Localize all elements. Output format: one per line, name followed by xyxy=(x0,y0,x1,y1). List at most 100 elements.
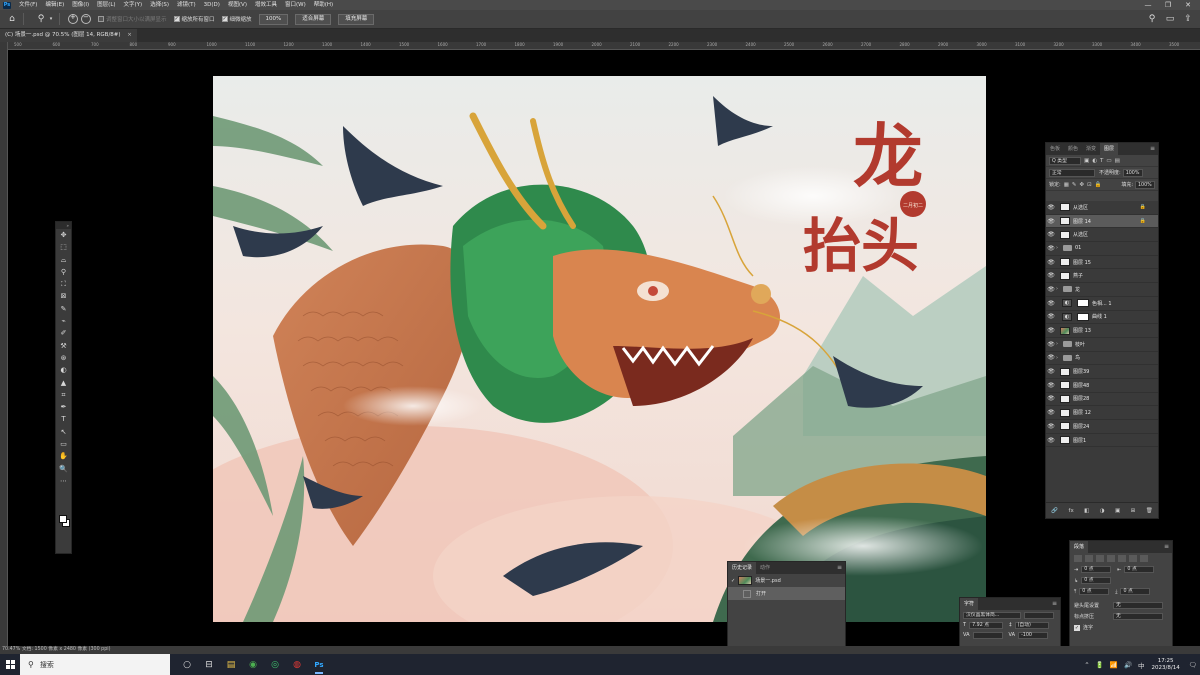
justify-last-right-icon[interactable] xyxy=(1129,555,1137,562)
visibility-eye-icon[interactable]: 👁 xyxy=(1046,286,1056,293)
align-right-icon[interactable] xyxy=(1096,555,1104,562)
artwork-canvas[interactable]: 龙 抬头 二月初二 xyxy=(213,76,986,622)
battery-icon[interactable]: 🔋 xyxy=(1096,661,1104,669)
visibility-eye-icon[interactable]: 👁 xyxy=(1046,245,1056,252)
tracking-input[interactable]: -100 xyxy=(1018,631,1049,639)
minimize-button[interactable]: — xyxy=(1138,0,1158,10)
indent-right-input[interactable]: 0 点 xyxy=(1124,566,1155,573)
notification-icon[interactable]: 🗨 xyxy=(1189,661,1197,669)
gradient-tool-icon[interactable]: ▲ xyxy=(56,377,71,389)
horizontal-ruler[interactable]: 500 600 700 800 900 1000 1100 1200 1300 1400 1500 1… xyxy=(8,42,1200,50)
blur-tool-icon[interactable]: ⌗ xyxy=(56,389,71,401)
space-before-input[interactable]: 0 点 xyxy=(1079,588,1110,595)
quick-select-tool-icon[interactable]: ⚲ xyxy=(56,266,71,278)
history-snapshot[interactable]: ✓ 场景一.psd xyxy=(728,574,845,587)
font-style-select[interactable] xyxy=(1024,611,1054,619)
tab-gradients[interactable]: 渐变 xyxy=(1082,143,1100,155)
layer-row[interactable]: 👁 ◐ 色相... 1 xyxy=(1046,297,1158,311)
fit-screen-button[interactable]: 适合屏幕 xyxy=(295,13,332,25)
network-icon[interactable]: 📶 xyxy=(1110,661,1118,669)
tab-paragraph[interactable]: 段落 xyxy=(1070,541,1089,553)
menu-select[interactable]: 选择(S) xyxy=(146,0,173,10)
visibility-eye-icon[interactable]: 👁 xyxy=(1046,218,1056,225)
eyedropper-tool-icon[interactable]: ✎ xyxy=(56,303,71,315)
link-layers-icon[interactable]: 🔗 xyxy=(1051,508,1058,514)
pen-tool-icon[interactable]: ✒ xyxy=(56,401,71,413)
healing-brush-tool-icon[interactable]: ⌁ xyxy=(56,315,71,327)
visibility-eye-icon[interactable]: 👁 xyxy=(1046,382,1056,389)
history-step[interactable]: 打开 xyxy=(728,587,845,600)
tab-layers[interactable]: 图层 xyxy=(1100,143,1119,155)
type-tool-icon[interactable]: T xyxy=(56,413,71,425)
frame-tool-icon[interactable]: ⊠ xyxy=(56,290,71,302)
lock-transparent-icon[interactable]: ▦ xyxy=(1064,182,1069,188)
cortana-icon[interactable]: ○ xyxy=(176,654,198,675)
add-mask-icon[interactable]: ◧ xyxy=(1084,508,1089,514)
visibility-eye-icon[interactable]: 👁 xyxy=(1046,259,1056,266)
space-after-input[interactable]: 0 点 xyxy=(1120,588,1151,595)
new-group-icon[interactable]: ▣ xyxy=(1115,508,1120,514)
menu-edit[interactable]: 编辑(E) xyxy=(41,0,68,10)
mojikumi-select[interactable]: 无 xyxy=(1113,613,1163,620)
zoom-all-checkbox[interactable]: ✓ 缩放所有窗口 xyxy=(173,15,215,23)
menu-help[interactable]: 帮助(H) xyxy=(310,0,337,10)
layer-row[interactable]: 👁 图层 15 xyxy=(1046,256,1158,270)
expand-chevron-icon[interactable]: › xyxy=(1056,341,1061,347)
clone-stamp-tool-icon[interactable]: ⚒ xyxy=(56,340,71,352)
path-select-tool-icon[interactable]: ↖ xyxy=(56,426,71,438)
font-family-select[interactable]: 汉仪晶黑体简... xyxy=(963,611,1021,619)
leading-input[interactable]: (自动) xyxy=(1014,621,1049,629)
panel-menu-icon[interactable]: ≡ xyxy=(837,562,845,574)
panel-menu-icon[interactable]: ≡ xyxy=(1150,143,1158,155)
lock-all-icon[interactable]: 🔒 xyxy=(1095,182,1102,188)
visibility-eye-icon[interactable]: 👁 xyxy=(1046,231,1056,238)
menu-file[interactable]: 文件(F) xyxy=(15,0,41,10)
photoshop-taskbar-icon[interactable]: Ps xyxy=(308,654,330,675)
layer-row[interactable]: 👁 从选区 🔒 xyxy=(1046,201,1158,215)
font-size-input[interactable]: 7.92 点 xyxy=(969,621,1004,629)
opacity-input[interactable]: 100% xyxy=(1122,168,1143,177)
marquee-tool-icon[interactable]: ⬚ xyxy=(56,241,71,253)
layer-group-row[interactable]: 👁 › 鸟 xyxy=(1046,352,1158,366)
visibility-eye-icon[interactable]: 👁 xyxy=(1046,395,1056,402)
task-view-icon[interactable]: ⊟ xyxy=(198,654,220,675)
lock-image-icon[interactable]: ✎ xyxy=(1072,182,1077,188)
kinsoku-select[interactable]: 无 xyxy=(1113,602,1163,609)
chrome-icon[interactable]: ◉ xyxy=(242,654,264,675)
visibility-eye-icon[interactable]: 👁 xyxy=(1046,437,1056,444)
menu-image[interactable]: 图像(I) xyxy=(68,0,93,10)
indent-first-input[interactable]: 0 点 xyxy=(1081,577,1112,584)
layer-row[interactable]: 👁 图层 14 🔒 xyxy=(1046,214,1158,229)
layer-row[interactable]: 👁 从选区 xyxy=(1046,228,1158,243)
indent-left-input[interactable]: 0 点 xyxy=(1081,566,1112,573)
tab-color[interactable]: 颜色 xyxy=(1064,143,1082,155)
document-tab[interactable]: (C) 场景一.psd @ 70.5% (图层 14, RGB/8#) × xyxy=(0,29,137,42)
kerning-input[interactable] xyxy=(972,631,1003,639)
trash-icon[interactable]: 🗑 xyxy=(1146,508,1153,514)
align-center-icon[interactable] xyxy=(1085,555,1093,562)
music-app-icon[interactable]: ◍ xyxy=(286,654,308,675)
layer-row[interactable]: 👁 图层48 xyxy=(1046,379,1158,393)
justify-last-left-icon[interactable] xyxy=(1107,555,1115,562)
input-method-icon[interactable]: 中 xyxy=(1138,660,1145,670)
shape-filter-icon[interactable]: ▭ xyxy=(1106,158,1111,164)
hyphenate-row[interactable]: ✓ 连字 xyxy=(1070,622,1172,633)
tab-actions[interactable]: 动作 xyxy=(756,562,774,574)
scrubby-zoom-checkbox[interactable]: ✓ 细微缩放 xyxy=(221,15,252,23)
layer-row[interactable]: 👁 图层39 xyxy=(1046,365,1158,379)
panel-menu-icon[interactable]: ≡ xyxy=(1164,541,1172,553)
zoom-in-button[interactable]: + xyxy=(68,13,78,24)
pixel-filter-icon[interactable]: ▣ xyxy=(1084,158,1089,164)
start-button[interactable] xyxy=(0,654,20,675)
layer-mask-thumbnail[interactable] xyxy=(1077,299,1089,308)
close-tab-icon[interactable]: × xyxy=(127,32,132,38)
history-brush-tool-icon[interactable]: ⊛ xyxy=(56,352,71,364)
menu-filter[interactable]: 滤镜(T) xyxy=(173,0,200,10)
menu-view[interactable]: 视图(V) xyxy=(224,0,251,10)
justify-last-center-icon[interactable] xyxy=(1118,555,1126,562)
blend-mode-select[interactable]: 正常 xyxy=(1049,168,1095,177)
rectangle-tool-icon[interactable]: ▭ xyxy=(56,438,71,450)
visibility-eye-icon[interactable]: 👁 xyxy=(1046,272,1056,279)
expand-chevron-icon[interactable]: › xyxy=(1056,355,1061,361)
volume-icon[interactable]: 🔊 xyxy=(1124,661,1132,669)
